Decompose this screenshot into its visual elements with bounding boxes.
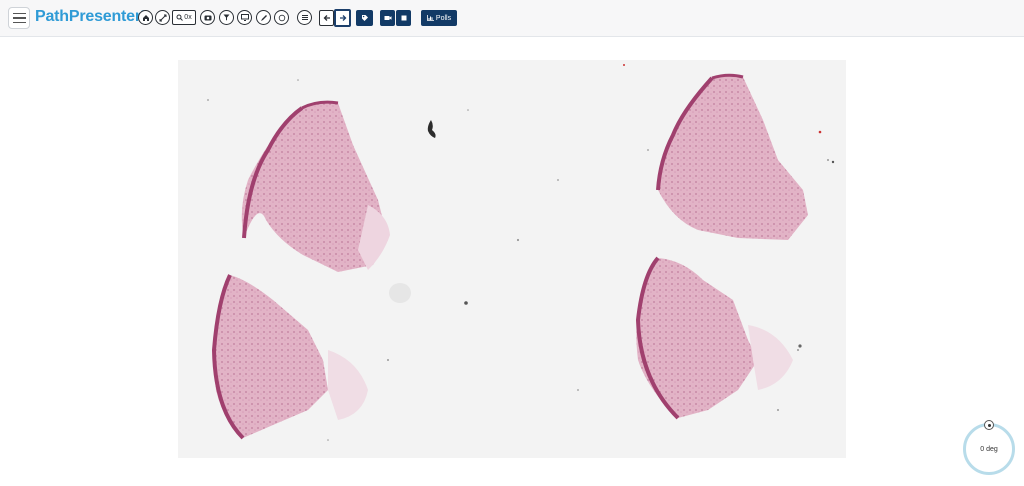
polls-button[interactable]: Polls — [421, 10, 457, 26]
video-icon — [384, 16, 391, 20]
list-icon — [301, 15, 308, 20]
brand-logo: PathPresenter® — [35, 8, 145, 25]
hamburger-menu-button[interactable] — [8, 7, 30, 29]
fullscreen-icon — [159, 14, 166, 21]
rotation-label: 0 deg — [980, 445, 998, 453]
previous-slide-button[interactable] — [319, 10, 334, 26]
record-video-button[interactable] — [380, 10, 395, 26]
zoom-button[interactable]: 0x — [172, 10, 196, 25]
rotation-handle[interactable] — [984, 420, 994, 430]
circle-tool-button[interactable] — [274, 10, 289, 25]
display-button[interactable] — [237, 10, 252, 25]
next-slide-button[interactable] — [334, 9, 351, 27]
filter-icon — [223, 14, 230, 21]
circle-icon — [278, 14, 285, 21]
zoom-icon — [176, 14, 184, 21]
rotation-dial[interactable]: 0 deg — [963, 423, 1015, 475]
camera-icon — [204, 15, 211, 21]
arrow-right-icon — [339, 15, 346, 21]
handle-dot-icon — [987, 423, 991, 427]
top-toolbar: PathPresenter® 0x Polls — [0, 0, 1024, 37]
home-icon — [142, 14, 149, 21]
list-button[interactable] — [297, 10, 312, 25]
fullscreen-button[interactable] — [155, 10, 170, 25]
polls-label: Polls — [435, 14, 452, 22]
slide-viewer[interactable] — [178, 60, 846, 458]
bar-chart-icon — [427, 15, 434, 21]
tag-button[interactable] — [356, 10, 373, 26]
stop-icon — [401, 15, 406, 21]
arrow-left-icon — [323, 15, 330, 21]
annotate-pen-button[interactable] — [256, 10, 271, 25]
stop-button[interactable] — [396, 10, 411, 26]
home-button[interactable] — [138, 10, 153, 25]
menu-icon — [12, 12, 26, 15]
zoom-level: 0x — [184, 14, 192, 21]
screenshot-button[interactable] — [200, 10, 215, 25]
slide-image — [178, 60, 846, 458]
tag-icon — [361, 15, 368, 21]
monitor-icon — [240, 14, 249, 21]
filter-button[interactable] — [219, 10, 234, 25]
pen-icon — [260, 14, 267, 21]
